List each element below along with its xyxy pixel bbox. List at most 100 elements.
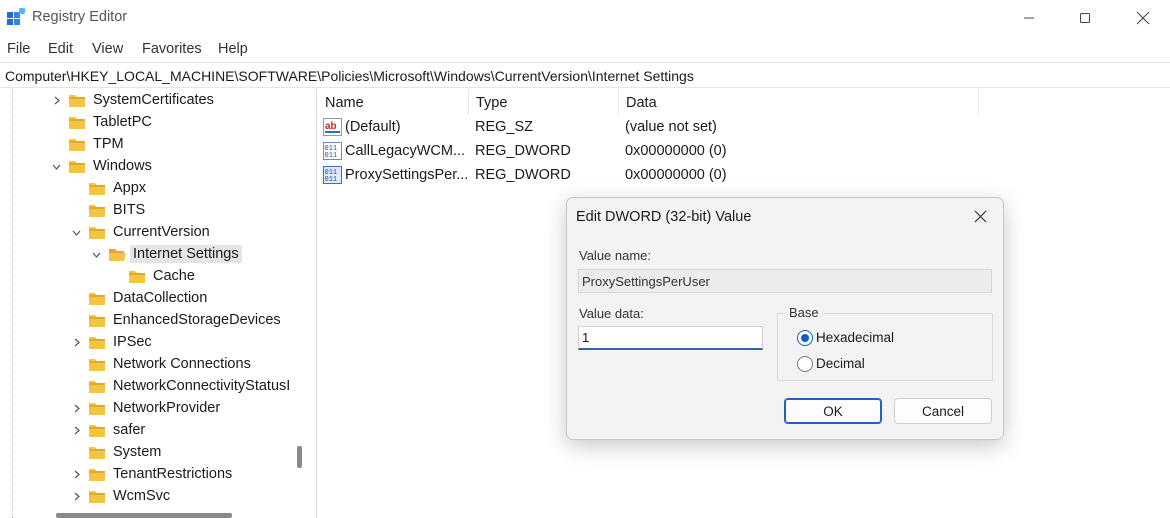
address-path[interactable]: Computer\HKEY_LOCAL_MACHINE\SOFTWARE\Pol…	[5, 68, 694, 84]
tree-horizontal-scroll-thumb[interactable]	[56, 513, 232, 518]
menu-favorites[interactable]: Favorites	[142, 41, 202, 57]
tree-item[interactable]: Windows	[50, 155, 155, 177]
tree-item-label: TabletPC	[90, 113, 155, 131]
tree-item-label: SystemCertificates	[90, 91, 217, 109]
value-row-default[interactable]: ab (Default) REG_SZ (value not set)	[318, 116, 1170, 140]
string-value-icon: ab	[323, 118, 342, 136]
address-bar[interactable]: Computer\HKEY_LOCAL_MACHINE\SOFTWARE\Pol…	[0, 62, 1170, 88]
tree-item-label: Cache	[150, 267, 198, 285]
tree-item[interactable]: Appx	[70, 177, 149, 199]
tree-item-label: Windows	[90, 157, 155, 175]
value-data: 0x00000000 (0)	[625, 167, 727, 183]
hexadecimal-label[interactable]: Hexadecimal	[816, 330, 894, 345]
value-name: ProxySettingsPer...	[345, 167, 468, 183]
cancel-button[interactable]: Cancel	[894, 398, 992, 424]
tree-item-label: EnhancedStorageDevices	[110, 311, 284, 329]
tree-item[interactable]: Internet Settings	[90, 243, 242, 265]
tree-item[interactable]: safer	[70, 419, 148, 441]
value-row-calllegacywcm[interactable]: 011 011 CallLegacyWCM... REG_DWORD 0x000…	[318, 140, 1170, 164]
tree-item[interactable]: CurrentVersion	[70, 221, 213, 243]
edit-dword-dialog: Edit DWORD (32-bit) Value Value name: Pr…	[566, 197, 1004, 440]
expander-spacer	[70, 204, 82, 216]
menu-help[interactable]: Help	[218, 41, 248, 57]
chevron-down-icon[interactable]	[50, 160, 62, 172]
folder-icon	[88, 291, 106, 306]
tree-item[interactable]: NetworkProvider	[70, 397, 223, 419]
folder-icon	[88, 181, 106, 196]
hexadecimal-radio[interactable]	[797, 330, 813, 346]
pane-splitter[interactable]	[316, 89, 317, 518]
value-name: CallLegacyWCM...	[345, 143, 465, 159]
close-icon	[974, 210, 987, 223]
tree-item[interactable]: TabletPC	[50, 111, 155, 133]
window-title: Registry Editor	[32, 9, 127, 25]
svg-text:011: 011	[325, 176, 338, 184]
chevron-down-icon[interactable]	[90, 248, 102, 260]
dialog-close-button[interactable]	[967, 205, 993, 227]
close-icon	[1136, 11, 1150, 25]
tree-item[interactable]: TPM	[50, 133, 127, 155]
tree-item-label: IPSec	[110, 333, 155, 351]
folder-icon	[88, 313, 106, 328]
tree-item-label: WcmSvc	[110, 487, 173, 505]
decimal-label[interactable]: Decimal	[816, 356, 865, 371]
menu-file[interactable]: File	[7, 41, 30, 57]
base-group	[777, 313, 993, 381]
expander-spacer	[70, 182, 82, 194]
value-row-proxysettingsperuser[interactable]: 011 011 ProxySettingsPer... REG_DWORD 0x…	[318, 164, 1170, 188]
menu-bar: File Edit View Favorites Help	[0, 36, 1170, 62]
tree-item[interactable]: SystemCertificates	[50, 89, 217, 111]
tree-item[interactable]: TenantRestrictions	[70, 463, 235, 485]
column-header-type[interactable]: Type	[469, 89, 619, 115]
tree-item[interactable]: IPSec	[70, 331, 155, 353]
value-name-label: Value name:	[579, 248, 651, 263]
value-name: (Default)	[345, 119, 401, 135]
maximize-icon	[1079, 12, 1091, 24]
column-header-data[interactable]: Data	[619, 89, 979, 115]
value-data-input[interactable]	[578, 326, 763, 350]
title-bar: Registry Editor	[0, 0, 1170, 36]
tree-item[interactable]: BITS	[70, 199, 148, 221]
tree-item-label: TPM	[90, 135, 127, 153]
tree-item-label: CurrentVersion	[110, 223, 213, 241]
tree-item-label: System	[110, 443, 164, 461]
tree-item-label: BITS	[110, 201, 148, 219]
key-tree: SystemCertificates TabletPC TPM Windows Appx…	[0, 89, 290, 518]
dialog-title: Edit DWORD (32-bit) Value	[576, 209, 751, 225]
folder-icon	[88, 423, 106, 438]
chevron-right-icon[interactable]	[70, 336, 82, 348]
tree-item-label: Internet Settings	[130, 245, 242, 263]
tree-item-label: NetworkProvider	[110, 399, 223, 417]
tree-item[interactable]: NetworkConnectivityStatusI	[70, 375, 290, 397]
chevron-right-icon[interactable]	[70, 402, 82, 414]
tree-scroll-thumb[interactable]	[297, 446, 302, 468]
tree-vertical-scrollbar[interactable]	[292, 89, 312, 518]
ok-button[interactable]: OK	[784, 398, 882, 424]
close-button[interactable]	[1116, 0, 1170, 36]
tree-item[interactable]: Cache	[110, 265, 198, 287]
registry-editor-icon	[7, 8, 26, 27]
tree-item-label: safer	[110, 421, 148, 439]
column-header-name[interactable]: Name	[318, 89, 469, 115]
chevron-down-icon[interactable]	[70, 226, 82, 238]
folder-icon	[68, 115, 86, 130]
tree-item[interactable]: System	[70, 441, 164, 463]
minimize-button[interactable]	[1002, 0, 1056, 36]
folder-icon	[88, 203, 106, 218]
folder-icon	[88, 489, 106, 504]
tree-item[interactable]: Network Connections	[70, 353, 254, 375]
chevron-right-icon[interactable]	[70, 468, 82, 480]
binary-value-icon: 011 011	[323, 142, 342, 160]
chevron-right-icon[interactable]	[50, 94, 62, 106]
tree-item[interactable]: EnhancedStorageDevices	[70, 309, 284, 331]
chevron-right-icon[interactable]	[70, 490, 82, 502]
decimal-radio[interactable]	[797, 356, 813, 372]
tree-item[interactable]: DataCollection	[70, 287, 210, 309]
menu-view[interactable]: View	[92, 41, 123, 57]
svg-text:ab: ab	[325, 121, 337, 132]
menu-edit[interactable]: Edit	[48, 41, 73, 57]
value-data: 0x00000000 (0)	[625, 143, 727, 159]
tree-item[interactable]: WcmSvc	[70, 485, 173, 507]
chevron-right-icon[interactable]	[70, 424, 82, 436]
maximize-button[interactable]	[1058, 0, 1112, 36]
